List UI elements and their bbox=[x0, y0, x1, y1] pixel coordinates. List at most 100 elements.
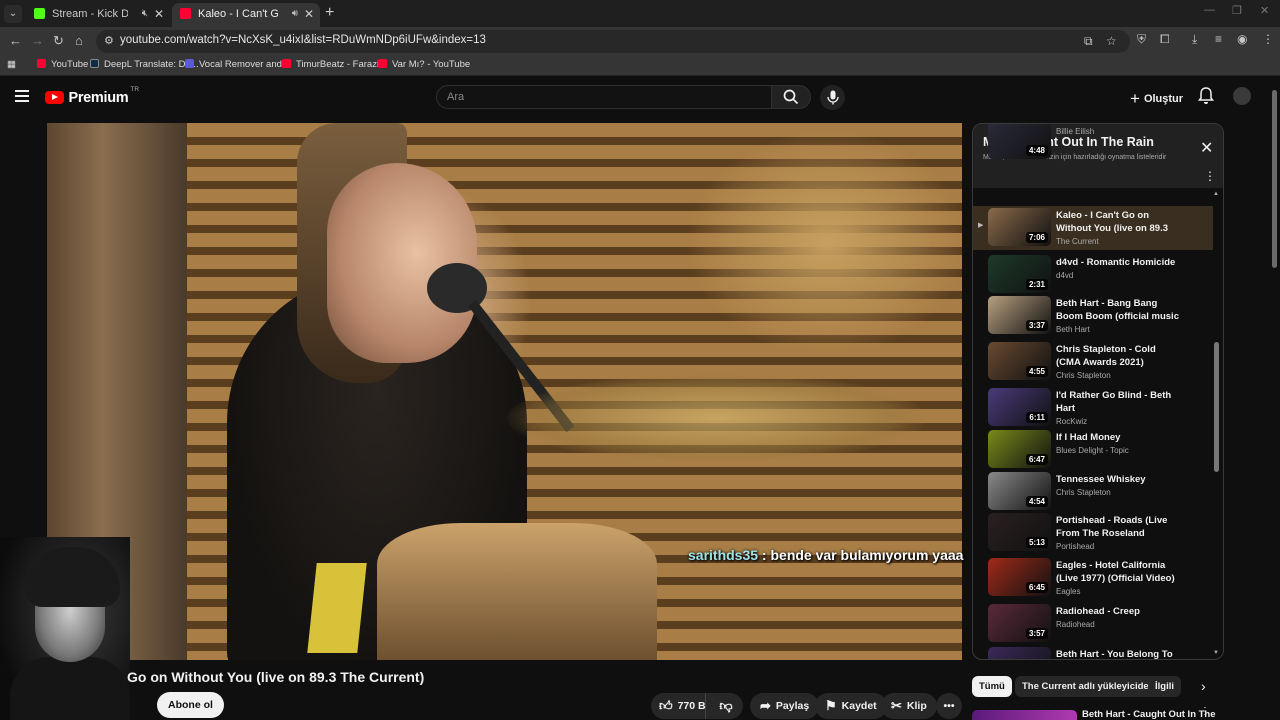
playlist-thumbnail[interactable]: 7:06 bbox=[988, 208, 1051, 246]
playlist-item[interactable]: 6:47 If I Had Money Blues Delight - Topic bbox=[973, 428, 1213, 472]
playlist-thumbnail[interactable]: 4:54 bbox=[988, 472, 1051, 510]
media-control-icon[interactable]: ≡ bbox=[1215, 32, 1222, 46]
install-app-icon[interactable]: ⧉ bbox=[1084, 34, 1093, 49]
playlist-thumbnail[interactable]: 4:48 bbox=[988, 124, 1051, 159]
playlist-scrollbar[interactable] bbox=[1214, 342, 1219, 472]
clip-button[interactable]: ✂ Klip bbox=[881, 693, 937, 719]
like-button[interactable]: 👍︎ 770 B bbox=[651, 693, 706, 719]
back-icon[interactable]: ← bbox=[9, 33, 22, 48]
playlist-item[interactable]: 3:37 Beth Hart - Bang Bang Boom Boom (off… bbox=[973, 294, 1213, 338]
chip-related[interactable]: İlgili bbox=[1148, 676, 1181, 697]
logo-text: Premium bbox=[68, 89, 129, 106]
notifications-bell-icon[interactable] bbox=[1198, 87, 1214, 105]
bookmark-deepl[interactable]: DeepL Translate: Dü... bbox=[90, 59, 199, 70]
tab-kick-dashboard[interactable]: Stream - Kick Dashboard 🔇︎ ✕ bbox=[26, 3, 170, 27]
menu-hamburger-icon[interactable] bbox=[15, 90, 29, 102]
chip-from-uploader[interactable]: The Current adlı yükleyiciden bbox=[1015, 676, 1162, 697]
playlist-item-title[interactable]: Portishead - Roads (Live From The Rosela… bbox=[1056, 515, 1181, 540]
playlist-item-title[interactable]: Tennessee Whiskey bbox=[1056, 474, 1181, 487]
apps-grid-icon[interactable]: ▦ bbox=[7, 59, 16, 70]
home-icon[interactable]: ⌂ bbox=[75, 33, 83, 48]
playlist-item[interactable]: 4:48 Billie Eilish bbox=[973, 124, 1213, 163]
youtube-premium-logo[interactable]: PremiumTR bbox=[45, 86, 139, 107]
save-button[interactable]: ⚑ Kaydet bbox=[815, 693, 887, 719]
address-bar[interactable]: ⚙︎ youtube.com/watch?v=NcXsK_u4ixI&list=… bbox=[96, 30, 1130, 53]
playlist-item-title[interactable]: Radiohead - Creep bbox=[1056, 606, 1181, 619]
clip-label: Klip bbox=[906, 700, 927, 712]
scroll-down-icon[interactable]: ▼ bbox=[1213, 650, 1219, 656]
playlist-thumbnail[interactable]: 6:47 bbox=[988, 430, 1051, 468]
account-avatar[interactable] bbox=[1233, 87, 1251, 105]
close-window-icon[interactable]: ✕ bbox=[1260, 4, 1269, 17]
playlist-item[interactable]: 4:55 Chris Stapleton - Cold (CMA Awards 2… bbox=[973, 340, 1213, 384]
playlist-item[interactable]: 4:54 Tennessee Whiskey Chris Stapleton bbox=[973, 470, 1213, 514]
share-button[interactable]: ➦ Paylaş bbox=[750, 693, 820, 719]
playlist-item-title[interactable]: I'd Rather Go Blind - Beth Hart bbox=[1056, 390, 1181, 415]
scroll-up-icon[interactable]: ▲ bbox=[1213, 191, 1219, 197]
speaker-on-icon[interactable]: 🔊︎ bbox=[292, 3, 298, 25]
playlist-thumbnail[interactable]: 2:31 bbox=[988, 255, 1051, 293]
download-icon[interactable]: ⤓ bbox=[1192, 32, 1197, 47]
playlist-item-title[interactable]: Beth Hart - Bang Bang Boom Boom (officia… bbox=[1056, 298, 1181, 323]
search-button[interactable] bbox=[771, 85, 811, 109]
playlist-thumbnail[interactable] bbox=[988, 647, 1051, 659]
site-info-icon[interactable]: ⚙︎ bbox=[104, 34, 114, 47]
search-input[interactable] bbox=[437, 86, 771, 108]
search-box[interactable] bbox=[436, 85, 772, 109]
page-scrollbar[interactable] bbox=[1272, 90, 1277, 268]
speaker-off-icon[interactable]: 🔇︎ bbox=[142, 3, 148, 25]
mix-playlist-panel: Mix - Caught Out In The Rain Mix'ler, Yo… bbox=[972, 123, 1224, 660]
chip-all[interactable]: Tümü bbox=[972, 676, 1012, 697]
playlist-thumbnail[interactable]: 4:55 bbox=[988, 342, 1051, 380]
close-tab-icon[interactable]: ✕ bbox=[304, 3, 314, 25]
playlist-thumbnail[interactable]: 3:37 bbox=[988, 296, 1051, 334]
bookmark-timurbeatz[interactable]: TimurBeatz - Farazi... bbox=[282, 59, 387, 70]
maximize-icon[interactable]: ❐ bbox=[1232, 4, 1242, 17]
playlist-thumbnail[interactable]: 5:13 bbox=[988, 513, 1051, 551]
recommendation-thumbnail[interactable] bbox=[972, 710, 1077, 720]
playlist-thumbnail[interactable]: 6:11 bbox=[988, 388, 1051, 426]
profile-icon[interactable]: ◉ bbox=[1237, 32, 1247, 46]
playlist-item[interactable]: 5:13 Portishead - Roads (Live From The Ro… bbox=[973, 511, 1213, 555]
dislike-button[interactable]: 👎︎ bbox=[711, 693, 741, 719]
video-player[interactable] bbox=[47, 123, 962, 660]
recommendation-title[interactable]: Beth Hart - Caught Out In The bbox=[1082, 709, 1216, 720]
playlist-thumbnail[interactable]: 6:45 bbox=[988, 558, 1051, 596]
playlist-item[interactable]: ▶ 7:06 Kaleo - I Can't Go on Without You (… bbox=[973, 206, 1213, 250]
url-text[interactable]: youtube.com/watch?v=NcXsK_u4ixI&list=RDu… bbox=[120, 34, 486, 46]
bookmark-youtube[interactable]: YouTube bbox=[37, 59, 88, 70]
playlist-item[interactable]: 6:45 Eagles - Hotel California (Live 1977… bbox=[973, 556, 1213, 600]
reload-icon[interactable]: ↻ bbox=[53, 33, 64, 49]
minimize-icon[interactable]: — bbox=[1204, 4, 1215, 16]
playlist-item-title[interactable]: Chris Stapleton - Cold (CMA Awards 2021) bbox=[1056, 344, 1181, 369]
playlist-more-icon[interactable]: ⋮ bbox=[1204, 169, 1216, 183]
playlist-item-title[interactable]: Eagles - Hotel California (Live 1977) (O… bbox=[1056, 560, 1181, 585]
create-button[interactable]: + Oluştur bbox=[1130, 89, 1183, 109]
subscribe-button[interactable]: Abone ol bbox=[157, 692, 224, 718]
more-actions-button[interactable]: ••• bbox=[936, 693, 962, 719]
bookmark-var-mi[interactable]: Var Mı? - YouTube bbox=[378, 59, 470, 70]
recommendation-more-icon[interactable]: ⋮ bbox=[1200, 706, 1210, 717]
tab-search-icon[interactable]: ⌄ bbox=[4, 5, 22, 23]
voice-search-button[interactable] bbox=[820, 85, 845, 110]
bookmark-star-icon[interactable]: ☆ bbox=[1106, 34, 1117, 48]
playlist-item[interactable]: 6:11 I'd Rather Go Blind - Beth Hart RocKw… bbox=[973, 386, 1213, 430]
new-tab-button[interactable]: + bbox=[325, 4, 334, 22]
recommendation-item[interactable]: Beth Hart - Caught Out In The ⋮ bbox=[972, 706, 1224, 720]
playlist-item-title[interactable]: d4vd - Romantic Homicide bbox=[1056, 257, 1181, 270]
playlist-item-title[interactable]: Beth Hart - You Belong To Me - bbox=[1056, 649, 1181, 659]
playlist-item-title[interactable]: If I Had Money bbox=[1056, 432, 1181, 445]
playlist-item-title[interactable]: Kaleo - I Can't Go on Without You (live … bbox=[1056, 210, 1181, 235]
tab-youtube-kaleo[interactable]: Kaleo - I Can't Go on Witho 🔊︎ ✕ bbox=[172, 3, 320, 27]
bookmark-vocal-remover[interactable]: Vocal Remover and... bbox=[185, 59, 290, 70]
chevron-right-icon[interactable]: › bbox=[1201, 678, 1206, 694]
playlist-item[interactable]: 3:57 Radiohead - Creep Radiohead bbox=[973, 602, 1213, 646]
playlist-item[interactable]: Beth Hart - You Belong To Me - bbox=[973, 645, 1213, 659]
shield-extension-icon[interactable]: ⛨ bbox=[1137, 32, 1146, 47]
close-tab-icon[interactable]: ✕ bbox=[154, 3, 164, 25]
browser-menu-icon[interactable]: ⋮ bbox=[1262, 32, 1274, 46]
playlist-item[interactable]: 2:31 d4vd - Romantic Homicide d4vd bbox=[973, 253, 1213, 297]
playlist-thumbnail[interactable]: 3:57 bbox=[988, 604, 1051, 642]
extensions-puzzle-icon[interactable]: ⧠ bbox=[1160, 32, 1170, 47]
forward-icon[interactable]: → bbox=[31, 33, 44, 48]
